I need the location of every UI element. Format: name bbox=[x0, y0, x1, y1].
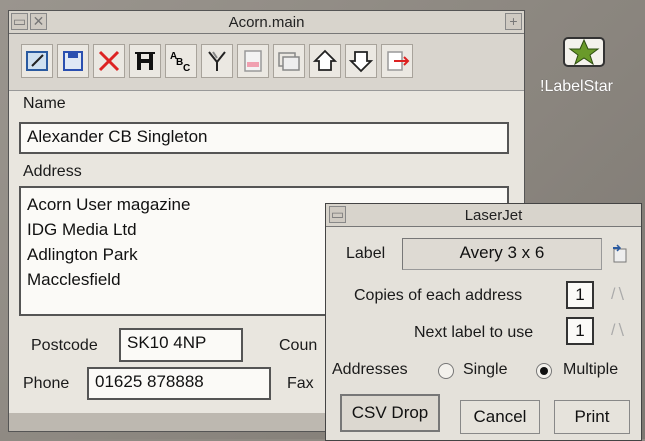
next-label-stepper[interactable]: /∖ bbox=[611, 320, 626, 340]
cancel-button[interactable]: Cancel bbox=[460, 400, 540, 434]
main-window-title: Acorn.main bbox=[228, 14, 305, 31]
label-menu-icon[interactable] bbox=[611, 244, 629, 264]
export-arrows-icon[interactable] bbox=[381, 44, 413, 78]
multiple-label[interactable]: Multiple bbox=[563, 361, 618, 379]
name-field[interactable]: Alexander CB Singleton bbox=[19, 122, 509, 154]
single-radio[interactable] bbox=[438, 363, 454, 379]
fax-label: Fax bbox=[287, 375, 314, 392]
postcode-field[interactable]: SK10 4NP bbox=[119, 328, 243, 362]
single-label[interactable]: Single bbox=[463, 361, 507, 379]
label-type-display: Avery 3 x 6 bbox=[402, 238, 602, 270]
download-house-icon[interactable] bbox=[345, 44, 377, 78]
delete-x-icon[interactable] bbox=[93, 44, 125, 78]
copies-stepper[interactable]: /∖ bbox=[611, 284, 626, 304]
labelstar-label[interactable]: !LabelStar bbox=[540, 78, 613, 96]
save-disk-icon[interactable] bbox=[57, 44, 89, 78]
merge-fork-icon[interactable] bbox=[201, 44, 233, 78]
label-label: Label bbox=[346, 245, 386, 262]
address-label: Address bbox=[23, 163, 82, 180]
copies-label: Copies of each address bbox=[354, 287, 523, 304]
svg-text:C: C bbox=[183, 63, 190, 74]
h-frame-icon[interactable] bbox=[129, 44, 161, 78]
next-label-label: Next label to use bbox=[414, 324, 534, 341]
csv-drop-button[interactable]: CSV Drop bbox=[340, 394, 440, 432]
next-label-field[interactable]: 1 bbox=[566, 317, 594, 345]
main-toolbar: ABC bbox=[9, 34, 524, 91]
close-icon[interactable]: ✕ bbox=[30, 13, 47, 30]
main-titlebar[interactable]: ▭ ✕ Acorn.main + bbox=[9, 11, 524, 34]
name-label: Name bbox=[23, 95, 66, 112]
phone-field[interactable]: 01625 878888 bbox=[87, 367, 271, 400]
print-preview-icon[interactable] bbox=[237, 44, 269, 78]
upload-house-icon[interactable] bbox=[309, 44, 341, 78]
copies-field[interactable]: 1 bbox=[566, 281, 594, 309]
labelstar-star-icon[interactable] bbox=[562, 34, 606, 70]
addresses-label: Addresses bbox=[332, 361, 408, 378]
toggle-size-icon[interactable]: + bbox=[505, 13, 522, 30]
postcode-label: Postcode bbox=[31, 337, 98, 354]
abc-icon[interactable]: ABC bbox=[165, 44, 197, 78]
back-icon[interactable]: ▭ bbox=[329, 206, 346, 223]
country-label: Coun bbox=[279, 337, 318, 354]
back-icon[interactable]: ▭ bbox=[11, 13, 28, 30]
print-button[interactable]: Print bbox=[554, 400, 630, 434]
edit-icon[interactable] bbox=[21, 44, 53, 78]
window-stack-icon[interactable] bbox=[273, 44, 305, 78]
laserjet-title: LaserJet bbox=[464, 207, 523, 224]
laserjet-window: ▭ LaserJet Label Avery 3 x 6 Copies of e… bbox=[325, 203, 642, 441]
phone-label: Phone bbox=[23, 375, 70, 392]
laserjet-titlebar[interactable]: ▭ LaserJet bbox=[326, 204, 641, 227]
multiple-radio[interactable] bbox=[536, 363, 552, 379]
